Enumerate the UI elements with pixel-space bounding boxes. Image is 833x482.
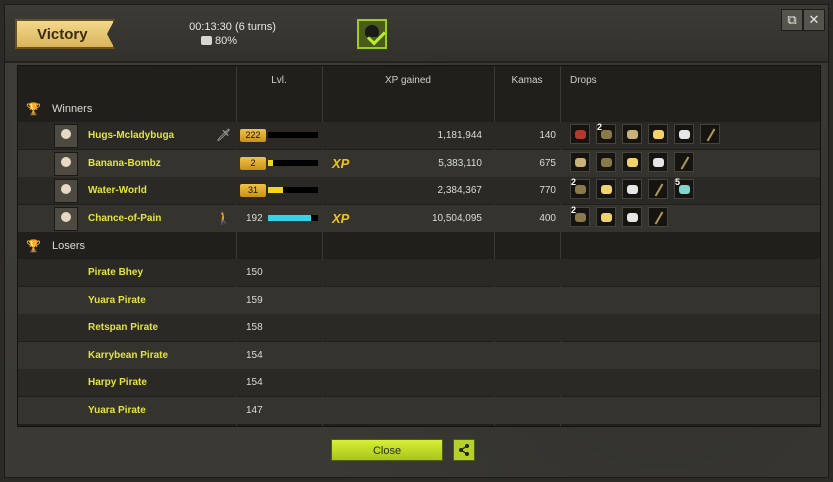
player-name[interactable]: Hugs-Mcladybuga <box>88 130 174 141</box>
level-value: 192 <box>246 212 263 224</box>
col-kamas: Kamas <box>511 75 543 86</box>
xp-bonus-icon: XP <box>332 210 350 226</box>
drop-item[interactable] <box>622 151 642 172</box>
xp-progress-bar <box>268 187 318 193</box>
drop-quantity: 2 <box>597 122 603 132</box>
chest-icon <box>201 36 212 45</box>
sword-icon: 🗡 <box>216 128 232 142</box>
result-label: Victory <box>37 26 88 43</box>
drop-quantity: 5 <box>675 177 681 187</box>
trophy-icon: 🏆 <box>26 102 41 116</box>
drop-item[interactable] <box>648 206 668 227</box>
xp-gained: 5,383,110 <box>438 157 482 169</box>
drop-item[interactable] <box>674 151 694 172</box>
close-button[interactable]: Close <box>331 439 443 461</box>
close-icon[interactable]: ✕ <box>803 9 825 31</box>
level-badge: 222 <box>240 129 266 142</box>
bonus-percent: 80% <box>215 35 238 47</box>
winners-label: Winners <box>52 103 93 115</box>
winner-row[interactable]: Water-World 31 2,384,367 770 2 5 <box>18 177 820 204</box>
monster-level: 158 <box>246 322 263 334</box>
drop-item[interactable] <box>674 124 694 144</box>
drop-quantity: 2 <box>571 177 577 187</box>
xp-progress-bar <box>268 214 318 221</box>
drop-item[interactable] <box>570 151 590 172</box>
loser-row[interactable]: Karrybean Pirate 154 <box>18 341 820 369</box>
drop-item[interactable]: 2 <box>570 204 590 227</box>
losers-label: Losers <box>52 240 86 252</box>
drop-item[interactable]: 2 <box>570 177 590 199</box>
monster-level: 150 <box>246 267 263 278</box>
xp-progress-bar <box>268 159 318 166</box>
loser-row[interactable]: Harpy Pirate 154 <box>18 369 820 397</box>
kamas-gained: 140 <box>539 130 556 141</box>
loser-row[interactable]: Yuara Pirate 147 <box>18 397 820 424</box>
kamas-gained: 400 <box>539 212 556 224</box>
detach-icon[interactable]: ⧉ <box>781 9 803 31</box>
drop-item[interactable] <box>648 151 668 172</box>
fight-duration: 00:13:30 (6 turns) <box>189 21 276 33</box>
level-badge: 2 <box>240 156 266 170</box>
winners-section: 🏆 Winners <box>18 96 820 122</box>
player-avatar[interactable] <box>54 124 78 148</box>
loser-row[interactable]: Pirate Bhey 150 <box>18 259 820 286</box>
player-avatar[interactable] <box>54 206 78 231</box>
player-name[interactable]: Banana-Bombz <box>88 158 161 169</box>
xp-gained: 1,181,944 <box>437 130 483 141</box>
bonus-percent-wrap: 80% <box>201 35 238 47</box>
fight-results-window: Victory 00:13:30 (6 turns) 80% ⧉ ✕ Lvl. … <box>4 4 829 478</box>
drop-item[interactable] <box>648 179 668 199</box>
xp-gained: 2,384,367 <box>437 185 483 196</box>
monster-level: 147 <box>246 405 263 416</box>
player-avatar[interactable] <box>54 151 78 176</box>
xp-gained: 10,504,095 <box>431 212 482 224</box>
level-badge: 31 <box>240 184 266 197</box>
drop-item[interactable]: 2 <box>596 122 616 144</box>
drop-item[interactable] <box>596 151 616 172</box>
xp-bonus-icon: XP <box>332 155 350 171</box>
drop-item[interactable] <box>622 179 642 199</box>
monster-name[interactable]: Harpy Pirate <box>88 377 147 388</box>
share-icon <box>459 444 469 456</box>
challenge-success-icon[interactable] <box>357 19 387 49</box>
kamas-gained: 675 <box>539 157 556 169</box>
monster-name[interactable]: Retspan Pirate <box>88 322 158 333</box>
monster-name[interactable]: Yuara Pirate <box>88 405 146 416</box>
person-icon: 🚶 <box>216 210 231 225</box>
drop-item[interactable] <box>622 206 642 227</box>
victory-banner: Victory <box>15 19 115 49</box>
drop-item[interactable]: 5 <box>674 177 694 199</box>
winner-row[interactable]: Chance-of-Pain 🚶 192 XP 10,504,095 400 2 <box>18 204 820 232</box>
losers-section: 🏆 Losers <box>18 233 820 259</box>
monster-level: 159 <box>246 294 263 306</box>
drop-item[interactable] <box>648 124 668 144</box>
drop-quantity: 2 <box>571 204 577 215</box>
col-xp: XP gained <box>385 75 431 86</box>
monster-name[interactable]: Pirate Bhey <box>88 267 143 278</box>
col-level: Lvl. <box>271 75 287 86</box>
monster-level: 154 <box>246 349 263 361</box>
drop-item[interactable] <box>622 124 642 144</box>
drop-item[interactable] <box>596 206 616 227</box>
xp-progress-bar <box>268 132 318 138</box>
results-header: Victory 00:13:30 (6 turns) 80% ⧉ ✕ <box>5 5 828 63</box>
kamas-gained: 770 <box>539 185 556 196</box>
monster-name[interactable]: Yuara Pirate <box>88 295 146 306</box>
player-name[interactable]: Water-World <box>88 185 147 196</box>
loser-row[interactable]: Retspan Pirate 158 <box>18 314 820 342</box>
player-avatar[interactable] <box>54 179 78 203</box>
monster-name[interactable]: Karrybean Pirate <box>88 350 168 361</box>
broken-trophy-icon: 🏆 <box>26 239 41 253</box>
monster-level: 154 <box>246 377 263 389</box>
player-name[interactable]: Chance-of-Pain <box>88 213 161 224</box>
share-button[interactable] <box>453 439 475 461</box>
winner-row[interactable]: Hugs-Mcladybuga 🗡 222 1,181,944 140 2 <box>18 122 820 149</box>
col-drops: Drops <box>570 75 597 86</box>
drop-item[interactable] <box>570 124 590 144</box>
drop-item[interactable] <box>596 179 616 199</box>
winner-row[interactable]: Banana-Bombz 2 XP 5,383,110 675 <box>18 149 820 177</box>
drop-item[interactable] <box>700 124 720 144</box>
results-table: Lvl. XP gained Kamas Drops 🏆 Winners Hug… <box>17 65 821 427</box>
loser-row[interactable]: Yuara Pirate 159 <box>18 286 820 314</box>
